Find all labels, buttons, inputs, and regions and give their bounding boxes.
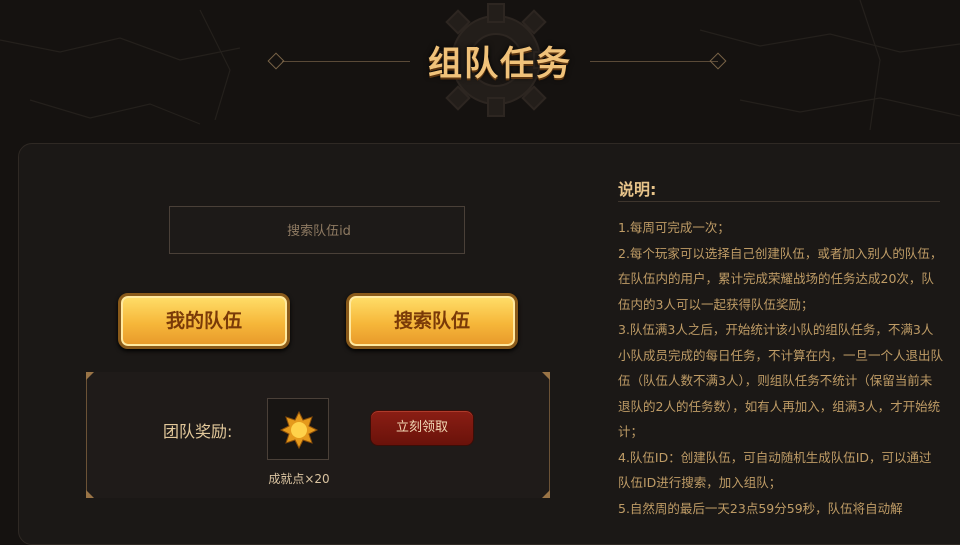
- corner-ornament: [86, 490, 94, 498]
- instruction-item: 3.队伍满3人之后，开始统计该小队的组队任务，不满3人小队成员完成的每日任务，不…: [618, 322, 944, 439]
- page-title: 组队任务: [428, 44, 572, 84]
- sun-badge-icon: [279, 410, 319, 450]
- corner-ornament: [86, 372, 94, 380]
- instructions-body: 1.每周可完成一次； 2.每个玩家可以选择自己创建队伍，或者加入别人的队伍，在队…: [618, 215, 944, 521]
- corner-ornament: [542, 372, 550, 380]
- claim-reward-button[interactable]: 立刻领取: [370, 410, 474, 446]
- title-divider-left: [282, 61, 410, 62]
- reward-item-slot[interactable]: [267, 398, 329, 460]
- instructions-title: 说明:: [618, 180, 657, 199]
- instruction-item: 1.每周可完成一次；: [618, 220, 730, 235]
- search-team-button[interactable]: 搜索队伍: [346, 293, 518, 349]
- my-team-button[interactable]: 我的队伍: [118, 293, 290, 349]
- reward-item-caption: 成就点×20: [268, 472, 330, 486]
- team-reward-box: 团队奖励: 成就点×20 立刻领取: [86, 372, 550, 498]
- corner-ornament: [542, 490, 550, 498]
- team-id-search-field[interactable]: [169, 206, 468, 255]
- instruction-item: 4.队伍ID：创建队伍，可自动随机生成队伍ID，可以通过队伍ID进行搜索，加入组…: [618, 449, 932, 491]
- instruction-item: 5.自然周的最后一天23点59分59秒，队伍将自动解: [618, 500, 903, 516]
- instructions-divider: [618, 201, 940, 202]
- instruction-item: 2.每个玩家可以选择自己创建队伍，或者加入别人的队伍，在队伍内的用户，累计完成荣…: [618, 245, 943, 312]
- title-divider-right: [590, 61, 718, 62]
- team-reward-label: 团队奖励:: [163, 422, 233, 441]
- team-id-search-input[interactable]: [170, 207, 468, 255]
